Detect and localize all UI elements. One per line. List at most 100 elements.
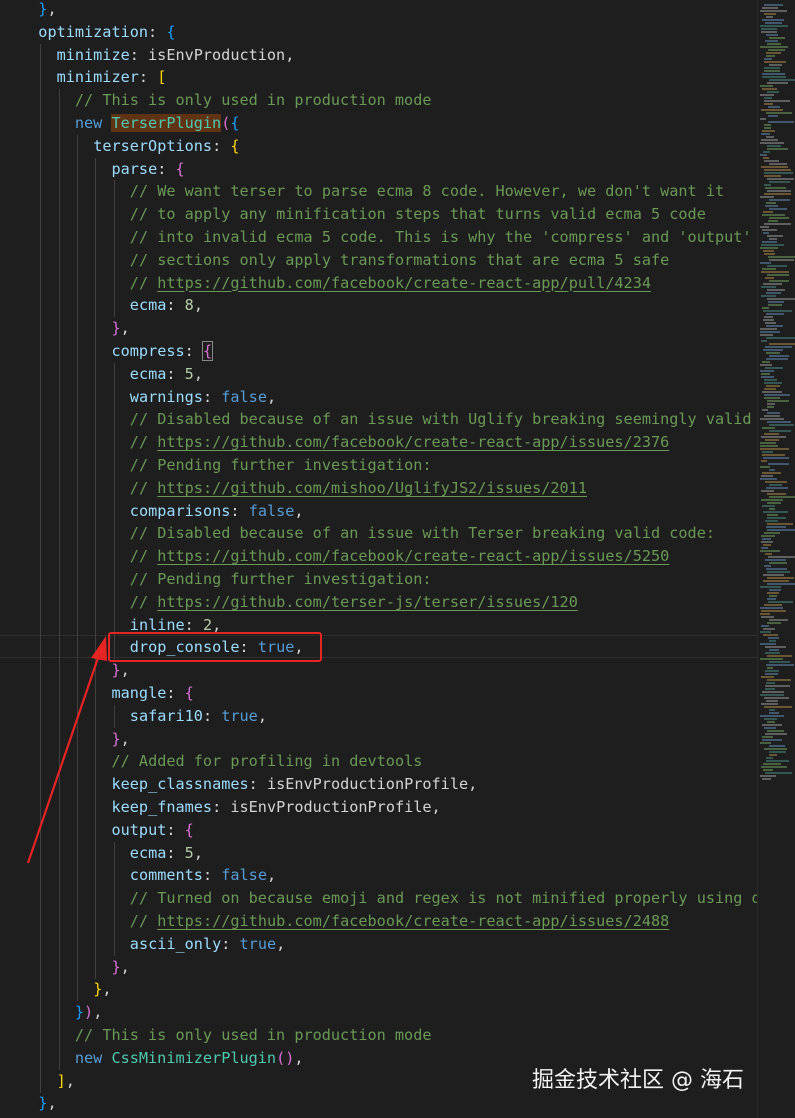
minimap-line (767, 655, 792, 657)
code-line[interactable]: optimization: { (0, 21, 757, 44)
code-line[interactable]: minimize: isEnvProduction, (0, 43, 757, 67)
code-line[interactable]: safari10: true, (0, 704, 757, 728)
code-line[interactable]: // to apply any minification steps that … (0, 203, 757, 227)
code-line[interactable]: ascii_only: true, (0, 932, 757, 956)
code-text: terserOptions: { (93, 135, 239, 158)
minimap-line (766, 313, 784, 315)
minimap-line (767, 190, 791, 192)
indent-guide (58, 796, 60, 819)
code-line[interactable]: }, (0, 978, 757, 1002)
minimap-line (765, 187, 786, 189)
code-line[interactable]: }, (0, 727, 757, 751)
code-line[interactable]: // Added for profiling in devtools (0, 750, 757, 774)
code-token: // Added for profiling in devtools (111, 752, 423, 771)
code-line[interactable]: parse: { (0, 157, 757, 181)
code-editor[interactable]: }, optimization: {minimize: isEnvProducti… (0, 0, 757, 1118)
code-text: }, (112, 728, 130, 751)
minimap-line (767, 91, 779, 93)
code-token: 5 (184, 364, 194, 383)
indent-guide (76, 317, 78, 341)
minimap-line (767, 514, 778, 516)
code-line[interactable]: new TerserPlugin({ (0, 112, 757, 135)
indent-guide (40, 1024, 42, 1047)
code-line[interactable]: // https://github.com/terser-js/terser/i… (0, 590, 757, 614)
code-line[interactable]: ecma: 5, (0, 841, 757, 865)
code-line[interactable]: // Pending further investigation: (0, 568, 757, 591)
code-line[interactable]: compress: { (0, 340, 757, 363)
code-line[interactable]: // Disabled because of an issue with Ugl… (0, 408, 757, 432)
code-token: : (138, 68, 158, 87)
code-line[interactable]: // https://github.com/facebook/create-re… (0, 271, 757, 295)
indent-guide (76, 408, 78, 432)
code-line[interactable]: // https://github.com/mishoo/UglifyJS2/i… (0, 476, 757, 500)
code-line[interactable]: minimizer: [ (0, 66, 757, 90)
code-line[interactable]: // Disabled because of an issue with Ter… (0, 522, 757, 546)
indent-guide (58, 180, 60, 204)
code-token: : (157, 159, 176, 178)
code-line[interactable]: // sections only apply transformations t… (0, 248, 757, 272)
code-text: // Disabled because of an issue with Ter… (130, 522, 715, 545)
code-line[interactable]: }, (0, 1092, 757, 1115)
minimap-line (766, 358, 788, 360)
code-line[interactable]: }, (0, 659, 757, 683)
code-line[interactable]: // This is only used in production mode (0, 1024, 757, 1047)
code-line[interactable]: }), (0, 1001, 757, 1025)
code-text: }, (112, 317, 130, 340)
code-line[interactable]: output: { (0, 818, 757, 842)
code-line[interactable]: // We want terser to parse ecma 8 code. … (0, 180, 757, 204)
indent-guide (95, 226, 97, 249)
code-line[interactable]: warnings: false, (0, 385, 757, 409)
minimap-line (760, 550, 780, 552)
code-line[interactable]: // https://github.com/facebook/create-re… (0, 545, 757, 569)
code-line[interactable]: ecma: 5, (0, 362, 757, 386)
code-line[interactable]: terserOptions: { (0, 134, 757, 158)
code-line[interactable]: }, (0, 317, 757, 341)
minimap-line (767, 577, 794, 579)
minimap-line (762, 391, 782, 393)
indent-guide (58, 340, 60, 363)
minimap-line (764, 184, 771, 186)
minimap-line (764, 565, 771, 567)
indent-guide (40, 955, 42, 979)
minimap-line (763, 574, 784, 576)
indent-guide (58, 545, 60, 569)
indent-guide (95, 887, 97, 911)
code-line[interactable]: ecma: 8, (0, 294, 757, 318)
code-token: , (193, 843, 203, 862)
code-line[interactable]: comparisons: false, (0, 499, 757, 523)
code-line[interactable]: // https://github.com/facebook/create-re… (0, 910, 757, 933)
indent-guide (76, 522, 78, 546)
code-line[interactable]: }, (0, 955, 757, 979)
code-line[interactable]: // Pending further investigation: (0, 454, 757, 477)
indent-guide (95, 271, 97, 295)
indent-guide (40, 271, 42, 295)
minimap[interactable] (757, 0, 795, 1118)
minimap-line (767, 43, 781, 45)
minimap-line (764, 160, 779, 162)
minimap-line (766, 337, 795, 339)
indent-guide (58, 499, 60, 523)
code-text: // We want terser to parse ecma 8 code. … (130, 180, 724, 203)
minimap-line (767, 298, 795, 300)
indent-guide (95, 818, 97, 842)
code-text: keep_fnames: isEnvProductionProfile, (112, 796, 441, 819)
code-line[interactable]: comments: false, (0, 864, 757, 888)
code-line[interactable]: }, (0, 0, 757, 21)
minimap-line (767, 235, 783, 237)
code-token: comparisons (129, 501, 231, 520)
minimap-line (762, 472, 781, 474)
code-line[interactable]: // into invalid ecma 5 code. This is why… (0, 226, 757, 249)
code-token: // into invalid ecma 5 code. This is why… (129, 228, 752, 246)
minimap-line (769, 589, 781, 591)
code-line[interactable]: keep_fnames: isEnvProductionProfile, (0, 796, 757, 819)
code-line[interactable]: // This is only used in production mode (0, 89, 757, 113)
code-line[interactable]: // Turned on because emoji and regex is … (0, 887, 757, 911)
minimap-line (767, 421, 791, 423)
code-line[interactable]: // https://github.com/facebook/create-re… (0, 431, 757, 455)
code-line[interactable]: mangle: { (0, 682, 757, 705)
code-line[interactable]: keep_classnames: isEnvProductionProfile, (0, 773, 757, 797)
code-token: CssMinimizerPlugin (111, 1048, 277, 1067)
code-token: safari10 (129, 706, 203, 725)
minimap-line (764, 397, 780, 399)
minimap-line (769, 751, 786, 753)
